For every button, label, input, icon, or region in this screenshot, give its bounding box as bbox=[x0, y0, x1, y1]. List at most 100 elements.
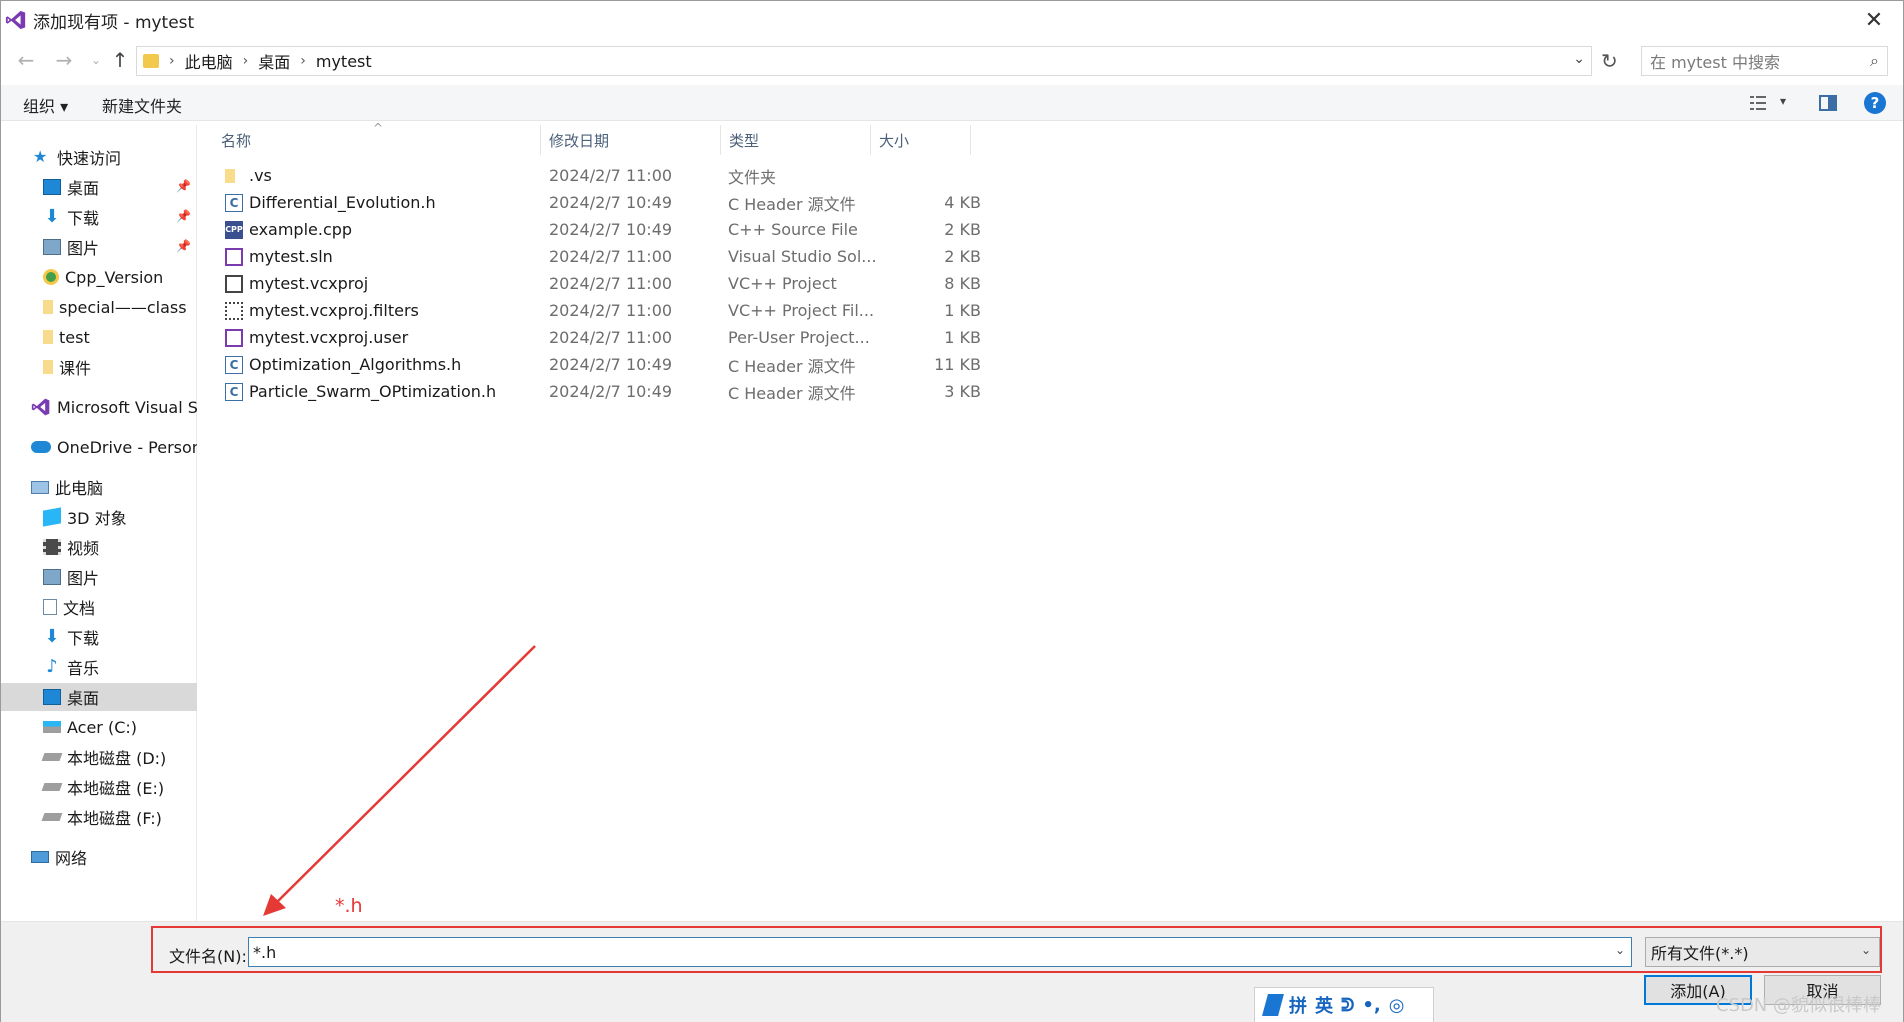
pictures-icon bbox=[43, 569, 61, 585]
sidebar-item-downloads[interactable]: ⬇ 下载 bbox=[1, 623, 197, 651]
filters-file-icon bbox=[225, 301, 243, 320]
sidebar-item-visual-studio[interactable]: Microsoft Visual Stu bbox=[1, 393, 197, 421]
breadcrumb-this-pc[interactable]: 此电脑 bbox=[185, 49, 233, 73]
search-placeholder: 在 mytest 中搜索 bbox=[1650, 53, 1780, 72]
filename-input[interactable]: *.h ⌄ bbox=[248, 937, 1632, 967]
view-dropdown-icon[interactable]: ▾ bbox=[1780, 94, 1786, 108]
ime-punctuation-icon[interactable]: •, bbox=[1362, 995, 1380, 1016]
pin-icon: 📌 bbox=[176, 179, 191, 193]
ime-pinyin-label[interactable]: 拼 bbox=[1289, 992, 1307, 1018]
cloud-icon bbox=[31, 441, 51, 453]
sort-ascending-icon: ^ bbox=[373, 121, 384, 135]
recent-locations-button[interactable]: ⌄ bbox=[83, 47, 109, 73]
file-row[interactable]: C Particle_Swarm_OPtimization.h 2024/2/7… bbox=[221, 378, 1171, 405]
file-name: mytest.vcxproj bbox=[249, 274, 369, 293]
file-date: 2024/2/7 10:49 bbox=[549, 355, 673, 374]
sidebar-item-drive-f[interactable]: 本地磁盘 (F:) bbox=[1, 803, 197, 831]
search-input[interactable]: 在 mytest 中搜索 ⌕ bbox=[1641, 46, 1888, 76]
file-size: 11 KB bbox=[934, 355, 981, 374]
address-row: ← → ⌄ ↑ › 此电脑 › 桌面 › mytest ⌄ ↻ 在 mytest… bbox=[1, 43, 1903, 77]
pin-icon: 📌 bbox=[176, 209, 191, 223]
sidebar-item-test[interactable]: test bbox=[1, 323, 197, 351]
address-bar[interactable]: › 此电脑 › 桌面 › mytest ⌄ bbox=[136, 46, 1592, 76]
file-name: Differential_Evolution.h bbox=[249, 193, 436, 212]
file-type-filter-select[interactable]: 所有文件(*.*) ⌄ bbox=[1645, 937, 1880, 967]
file-date: 2024/2/7 11:00 bbox=[549, 328, 673, 347]
file-type: 文件夹 bbox=[728, 167, 777, 187]
sidebar-item-drive-e[interactable]: 本地磁盘 (E:) bbox=[1, 773, 197, 801]
sidebar-item-label: 本地磁盘 (E:) bbox=[67, 779, 165, 798]
forward-button[interactable]: → bbox=[51, 47, 77, 73]
ime-settings-icon[interactable]: ◎ bbox=[1389, 995, 1405, 1016]
column-header-name[interactable]: ^ 名称 bbox=[201, 121, 541, 155]
sidebar-item-desktop-pinned[interactable]: 桌面 📌 bbox=[1, 173, 197, 201]
sidebar-item-courseware[interactable]: 课件 bbox=[1, 353, 197, 381]
column-header-date[interactable]: 修改日期 bbox=[541, 125, 721, 155]
file-row[interactable]: CPP example.cpp 2024/2/7 10:49 C++ Sourc… bbox=[221, 216, 1171, 243]
ime-toolbar[interactable]: 拼 英 ᕲ •, ◎ bbox=[1254, 987, 1434, 1022]
sidebar-item-desktop[interactable]: 桌面 bbox=[1, 683, 197, 711]
3d-objects-icon bbox=[43, 507, 61, 527]
music-icon: ♪ bbox=[46, 656, 58, 677]
sidebar-item-label: 本地磁盘 (F:) bbox=[67, 809, 162, 828]
sidebar-item-label: special——class bbox=[59, 297, 187, 317]
view-options-icon[interactable] bbox=[1749, 95, 1767, 111]
sidebar-item-label: Cpp_Version bbox=[65, 267, 164, 287]
file-size: 1 KB bbox=[944, 328, 981, 347]
close-button[interactable]: ✕ bbox=[1857, 5, 1891, 35]
file-list: ^ 名称 修改日期 类型 大小 .vs 2024/2/7 11:00 文件夹 C… bbox=[201, 121, 1904, 921]
column-header-type[interactable]: 类型 bbox=[721, 125, 871, 155]
file-row[interactable]: C Optimization_Algorithms.h 2024/2/7 10:… bbox=[221, 351, 1171, 378]
sidebar-item-network[interactable]: 网络 bbox=[1, 843, 197, 871]
file-row[interactable]: mytest.vcxproj 2024/2/7 11:00 VC++ Proje… bbox=[221, 270, 1171, 297]
help-icon[interactable]: ? bbox=[1864, 92, 1886, 114]
back-button[interactable]: ← bbox=[13, 47, 39, 73]
sidebar-item-label: 此电脑 bbox=[55, 479, 104, 498]
sidebar-item-label: 3D 对象 bbox=[67, 509, 127, 528]
sidebar-item-label: Acer (C:) bbox=[67, 717, 138, 737]
file-row[interactable]: C Differential_Evolution.h 2024/2/7 10:4… bbox=[221, 189, 1171, 216]
chevron-down-icon[interactable]: ⌄ bbox=[1615, 943, 1625, 957]
ime-english-label[interactable]: 英 bbox=[1315, 992, 1333, 1018]
refresh-button[interactable]: ↻ bbox=[1601, 49, 1618, 73]
sidebar-item-documents[interactable]: 文档 bbox=[1, 593, 197, 621]
sidebar-item-label: OneDrive - Persona bbox=[57, 437, 197, 457]
sidebar-item-3d-objects[interactable]: 3D 对象 bbox=[1, 503, 197, 531]
sidebar-item-pictures[interactable]: 图片 bbox=[1, 563, 197, 591]
breadcrumb-desktop[interactable]: 桌面 bbox=[258, 49, 290, 73]
column-header-size[interactable]: 大小 bbox=[871, 125, 971, 155]
sidebar-item-quick-access[interactable]: ★ 快速访问 bbox=[1, 143, 197, 171]
file-row[interactable]: mytest.vcxproj.user 2024/2/7 11:00 Per-U… bbox=[221, 324, 1171, 351]
file-row[interactable]: mytest.sln 2024/2/7 11:00 Visual Studio … bbox=[221, 243, 1171, 270]
breadcrumb-mytest[interactable]: mytest bbox=[316, 52, 372, 71]
new-folder-button[interactable]: 新建文件夹 bbox=[102, 93, 182, 117]
sidebar-item-onedrive[interactable]: OneDrive - Persona bbox=[1, 433, 197, 461]
file-name: Particle_Swarm_OPtimization.h bbox=[249, 382, 497, 401]
sidebar-item-drive-c[interactable]: Acer (C:) bbox=[1, 713, 197, 741]
file-type: C++ Source File bbox=[728, 220, 858, 239]
sidebar-item-downloads-pinned[interactable]: ⬇ 下载 📌 bbox=[1, 203, 197, 231]
sidebar-item-drive-d[interactable]: 本地磁盘 (D:) bbox=[1, 743, 197, 771]
sidebar-item-pictures-pinned[interactable]: 图片 📌 bbox=[1, 233, 197, 261]
preview-pane-icon[interactable] bbox=[1819, 95, 1837, 111]
file-row[interactable]: mytest.vcxproj.filters 2024/2/7 11:00 VC… bbox=[221, 297, 1171, 324]
ime-moon-icon[interactable]: ᕲ bbox=[1341, 995, 1354, 1016]
pin-icon: 📌 bbox=[176, 239, 191, 253]
column-header-label: 名称 bbox=[221, 131, 252, 150]
file-row[interactable]: .vs 2024/2/7 11:00 文件夹 bbox=[221, 162, 1171, 189]
up-button[interactable]: ↑ bbox=[107, 47, 133, 73]
sidebar-item-this-pc[interactable]: 此电脑 bbox=[1, 473, 197, 501]
address-dropdown-icon[interactable]: ⌄ bbox=[1573, 51, 1585, 67]
organize-button[interactable]: 组织 ▾ bbox=[23, 93, 68, 117]
annotation-text: *.h bbox=[335, 895, 363, 917]
user-file-icon bbox=[225, 328, 243, 347]
sidebar-item-label: 下载 bbox=[67, 209, 100, 228]
sidebar-item-special-class[interactable]: special——class bbox=[1, 293, 197, 321]
sidebar-item-videos[interactable]: 视频 bbox=[1, 533, 197, 561]
sidebar-item-cpp-version[interactable]: Cpp_Version bbox=[1, 263, 197, 291]
file-name: mytest.vcxproj.filters bbox=[249, 301, 419, 320]
cpp-file-icon: CPP bbox=[225, 220, 243, 239]
chevron-down-icon: ⌄ bbox=[1860, 943, 1871, 957]
sidebar-item-label: 网络 bbox=[55, 849, 88, 868]
sidebar-item-music[interactable]: ♪ 音乐 bbox=[1, 653, 197, 681]
